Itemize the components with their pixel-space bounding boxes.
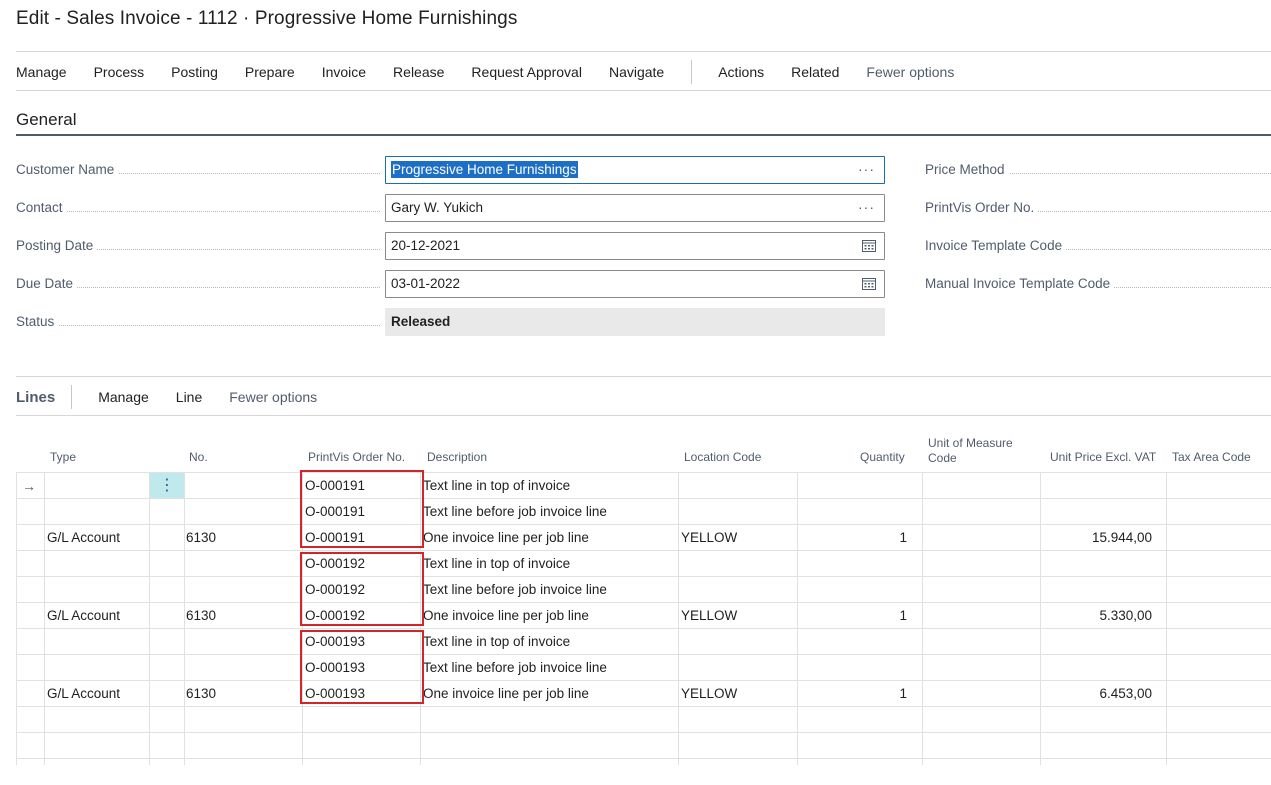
posting-date-field[interactable]: 20-12-2021 <box>385 232 885 260</box>
column-header-unit-price[interactable]: Unit Price Excl. VAT <box>1050 450 1156 465</box>
cell-type[interactable]: G/L Account <box>47 525 120 551</box>
column-header-type[interactable]: Type <box>50 450 76 465</box>
status-value: Released <box>385 308 885 336</box>
column-header-description[interactable]: Description <box>427 450 487 465</box>
cell-description[interactable]: Text line in top of invoice <box>423 473 570 499</box>
lines-fewer-options[interactable]: Fewer options <box>229 389 317 405</box>
highlight-box-order-193 <box>300 630 424 704</box>
label-manual-invoice-template-code: Manual Invoice Template Code <box>925 270 1271 298</box>
cell-type[interactable]: G/L Account <box>47 603 120 629</box>
column-header-line: Unit of Measure <box>928 436 1013 450</box>
table-row[interactable] <box>16 576 1271 603</box>
highlight-box-order-191 <box>300 470 424 548</box>
column-header-tax-area-code[interactable]: Tax Area Code <box>1172 450 1251 465</box>
cell-no[interactable]: 6130 <box>186 603 216 629</box>
cell-description[interactable]: Text line before job invoice line <box>423 577 607 603</box>
divider <box>16 376 1271 377</box>
due-date-field[interactable]: 03-01-2022 <box>385 270 885 298</box>
cell-unit-price[interactable]: 15.944,00 <box>1043 525 1152 551</box>
action-manage[interactable]: Manage <box>16 64 67 80</box>
customer-name-value: Progressive Home Furnishings <box>391 161 578 178</box>
contact-field[interactable]: Gary W. Yukich ··· <box>385 194 885 222</box>
action-invoice[interactable]: Invoice <box>322 64 366 80</box>
action-navigate[interactable]: Navigate <box>609 64 664 80</box>
cell-description[interactable]: Text line in top of invoice <box>423 551 570 577</box>
lines-title[interactable]: Lines <box>16 389 55 406</box>
action-request-approval[interactable]: Request Approval <box>471 64 582 80</box>
cell-description[interactable]: Text line before job invoice line <box>423 655 607 681</box>
label-status: Status <box>16 308 380 336</box>
section-title-general[interactable]: General <box>16 110 76 130</box>
divider <box>16 90 1271 91</box>
due-date-value: 03-01-2022 <box>391 276 461 291</box>
action-actions[interactable]: Actions <box>718 64 764 80</box>
table-row[interactable] <box>16 732 1271 759</box>
row-menu-kebab-icon[interactable]: ⋮ <box>150 473 184 498</box>
lines-separator <box>71 385 73 409</box>
action-prepare[interactable]: Prepare <box>245 64 295 80</box>
lines-action-manage[interactable]: Manage <box>98 389 149 405</box>
cell-location-code[interactable]: YELLOW <box>681 525 737 551</box>
lines-action-line[interactable]: Line <box>176 389 202 405</box>
column-header-line: Code <box>928 451 957 465</box>
action-bar: Manage Process Posting Prepare Invoice R… <box>16 58 981 86</box>
cell-type[interactable]: G/L Account <box>47 681 120 707</box>
column-header-location-code[interactable]: Location Code <box>684 450 761 465</box>
lines-action-bar: Lines Manage Line Fewer options <box>16 384 344 410</box>
cell-description[interactable]: One invoice line per job line <box>423 681 589 707</box>
action-fewer-options[interactable]: Fewer options <box>866 64 954 80</box>
table-row[interactable] <box>16 628 1271 655</box>
label-posting-date: Posting Date <box>16 232 380 260</box>
label-due-date: Due Date <box>16 270 380 298</box>
highlight-box-order-192 <box>300 552 424 626</box>
calendar-icon[interactable] <box>862 277 876 290</box>
table-row[interactable] <box>16 654 1271 681</box>
cell-description[interactable]: One invoice line per job line <box>423 525 589 551</box>
cell-location-code[interactable]: YELLOW <box>681 681 737 707</box>
table-row[interactable] <box>16 472 1271 499</box>
page-title: Edit - Sales Invoice - 1112 · Progressiv… <box>16 8 518 29</box>
table-row[interactable] <box>16 706 1271 733</box>
section-underline <box>16 134 1271 136</box>
lookup-ellipsis-icon[interactable]: ··· <box>858 156 875 182</box>
cell-description[interactable]: Text line before job invoice line <box>423 499 607 525</box>
table-row[interactable] <box>16 758 1271 785</box>
cell-quantity[interactable]: 1 <box>800 525 907 551</box>
table-row[interactable] <box>16 498 1271 525</box>
row-pointer-arrow-icon: → <box>22 478 36 494</box>
cell-description[interactable]: One invoice line per job line <box>423 603 589 629</box>
cell-quantity[interactable]: 1 <box>800 681 907 707</box>
column-header-no[interactable]: No. <box>189 450 208 465</box>
label-printvis-order-no: PrintVis Order No. <box>925 194 1271 222</box>
cell-no[interactable]: 6130 <box>186 525 216 551</box>
cell-location-code[interactable]: YELLOW <box>681 603 737 629</box>
table-row[interactable] <box>16 550 1271 577</box>
label-invoice-template-code: Invoice Template Code <box>925 232 1271 260</box>
action-release[interactable]: Release <box>393 64 444 80</box>
cell-unit-price[interactable]: 5.330,00 <box>1043 603 1152 629</box>
divider <box>16 415 1271 416</box>
calendar-icon[interactable] <box>862 239 876 252</box>
action-related[interactable]: Related <box>791 64 839 80</box>
cell-no[interactable]: 6130 <box>186 681 216 707</box>
column-header-printvis-order-no[interactable]: PrintVis Order No. <box>308 450 405 465</box>
column-header-unit-of-measure-code[interactable]: Unit of Measure Code <box>928 436 1013 466</box>
customer-name-field[interactable]: Progressive Home Furnishings ··· <box>385 156 885 184</box>
posting-date-value: 20-12-2021 <box>391 238 461 253</box>
divider <box>16 51 1271 52</box>
contact-value: Gary W. Yukich <box>391 200 484 215</box>
label-contact: Contact <box>16 194 380 222</box>
cell-unit-price[interactable]: 6.453,00 <box>1043 681 1152 707</box>
lookup-ellipsis-icon[interactable]: ··· <box>858 194 875 220</box>
action-process[interactable]: Process <box>94 64 145 80</box>
cell-quantity[interactable]: 1 <box>800 603 907 629</box>
action-posting[interactable]: Posting <box>171 64 218 80</box>
label-price-method: Price Method <box>925 156 1271 184</box>
column-header-quantity[interactable]: Quantity <box>860 450 905 465</box>
cell-description[interactable]: Text line in top of invoice <box>423 629 570 655</box>
action-separator <box>691 60 693 84</box>
label-customer-name: Customer Name <box>16 156 380 184</box>
